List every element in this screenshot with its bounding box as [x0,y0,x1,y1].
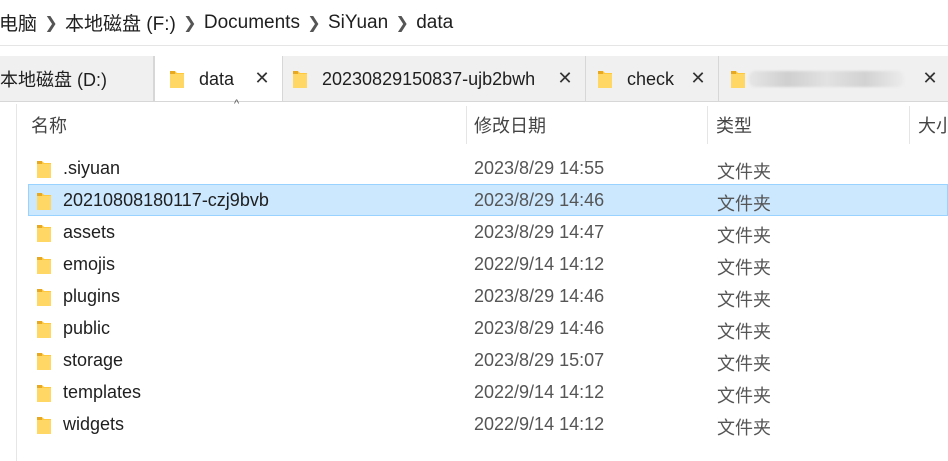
file-type: 文件夹 [717,290,771,310]
folder-icon [169,69,185,94]
chevron-right-icon[interactable]: ❯ [390,13,414,33]
list-item[interactable]: emojis 2022/9/14 14:12 文件夹 [28,248,948,280]
folder-icon [730,69,746,94]
file-modified-date: 2023/8/29 15:07 [474,350,605,370]
tab-20230829150837-ujb2bwh[interactable]: 20230829150837-ujb2bwh ✕ [283,56,586,101]
file-modified-date: 2022/9/14 14:12 [474,414,605,434]
close-icon[interactable]: ✕ [555,68,575,88]
tab-blurred[interactable]: ✕ [719,56,948,101]
file-modified-date: 2022/9/14 14:12 [474,382,605,402]
column-header-row: 名称 修改日期 类型 大小 [20,104,948,146]
tab-label: 本地磁盘 (D:) [0,70,107,90]
file-list: .siyuan 2023/8/29 14:55 文件夹 202108081801… [28,152,948,440]
column-header-label: 类型 [716,116,752,136]
tab-label: 20230829150837-ujb2bwh [322,68,536,89]
breadcrumb-item-data[interactable]: data [414,12,455,34]
column-header-label: 大小 [918,116,948,136]
file-name: widgets [63,414,125,434]
breadcrumb-item-siyuan[interactable]: SiYuan [326,12,390,34]
chevron-right-icon[interactable]: ❯ [302,13,326,33]
tab-check[interactable]: check ✕ [586,56,719,101]
redacted-tab-label [749,71,904,87]
pane-divider [16,104,17,461]
list-item[interactable]: assets 2023/8/29 14:47 文件夹 [28,216,948,248]
breadcrumb-item-documents[interactable]: Documents [202,12,302,34]
column-header-date[interactable]: 修改日期 [463,104,707,146]
file-name: 20210808180117-czj9bvb [63,190,269,210]
folder-icon [597,69,613,94]
tab-label: data [199,69,235,89]
file-modified-date: 2022/9/14 14:12 [474,254,605,274]
file-type: 文件夹 [717,386,771,406]
folder-icon [36,159,52,184]
column-header-type[interactable]: 类型 [705,104,909,146]
file-modified-date: 2023/8/29 14:46 [474,318,605,338]
file-type: 文件夹 [717,418,771,438]
close-icon[interactable]: ✕ [920,68,940,88]
breadcrumb-item-computer[interactable]: 电脑 [0,9,39,36]
list-item[interactable]: widgets 2022/9/14 14:12 文件夹 [28,408,948,440]
tab-label: check [627,68,675,89]
file-name: .siyuan [63,158,121,178]
list-item[interactable]: public 2023/8/29 14:46 文件夹 [28,312,948,344]
file-type: 文件夹 [717,226,771,246]
file-name: storage [63,350,124,370]
chevron-right-icon[interactable]: ❯ [178,13,202,33]
folder-icon [36,383,52,408]
file-type: 文件夹 [717,162,771,182]
column-header-label: 名称 [31,116,67,136]
list-item[interactable]: .siyuan 2023/8/29 14:55 文件夹 [28,152,948,184]
folder-icon [36,319,52,344]
column-header-label: 修改日期 [474,116,546,136]
file-modified-date: 2023/8/29 14:46 [474,286,605,306]
folder-icon [36,415,52,440]
column-header-size[interactable]: 大小 [907,104,948,146]
close-icon[interactable]: ✕ [688,68,708,88]
tab-bar: 本地磁盘 (D:) data ✕ 20230829150837-ujb2bwh … [0,56,948,102]
tab-data[interactable]: data ✕ [154,56,283,101]
file-name: templates [63,382,142,402]
file-type: 文件夹 [717,354,771,374]
file-type: 文件夹 [717,258,771,278]
file-modified-date: 2023/8/29 14:55 [474,158,605,178]
folder-icon [36,255,52,280]
file-modified-date: 2023/8/29 14:46 [474,190,605,210]
folder-icon [36,191,52,216]
file-name: assets [63,222,116,242]
file-type: 文件夹 [717,322,771,342]
breadcrumb-item-drive-f[interactable]: 本地磁盘 (F:) [63,9,178,36]
file-modified-date: 2023/8/29 14:47 [474,222,605,242]
file-name: public [63,318,111,338]
tab-drive-d[interactable]: 本地磁盘 (D:) [0,56,154,101]
list-item[interactable]: storage 2023/8/29 15:07 文件夹 [28,344,948,376]
folder-icon [36,351,52,376]
file-name: emojis [63,254,116,274]
folder-icon [36,223,52,248]
column-header-name[interactable]: 名称 [20,104,467,146]
breadcrumb: 电脑 ❯ 本地磁盘 (F:) ❯ Documents ❯ SiYuan ❯ da… [0,0,948,46]
file-name: plugins [63,286,121,306]
list-item[interactable]: templates 2022/9/14 14:12 文件夹 [28,376,948,408]
folder-icon [292,69,308,94]
file-type: 文件夹 [717,194,771,214]
list-item[interactable]: plugins 2023/8/29 14:46 文件夹 [28,280,948,312]
chevron-right-icon[interactable]: ❯ [39,13,63,33]
close-icon[interactable]: ✕ [252,68,272,88]
list-item-selected[interactable]: 20210808180117-czj9bvb 2023/8/29 14:46 文… [28,184,948,216]
folder-icon [36,287,52,312]
